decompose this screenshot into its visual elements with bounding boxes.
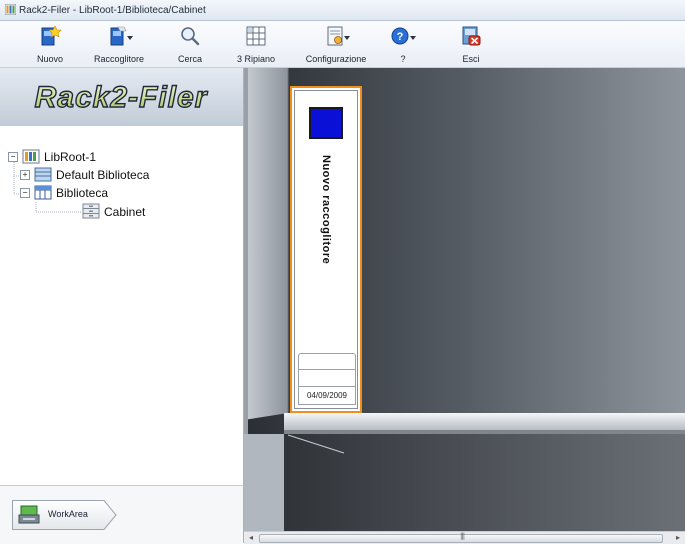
search-icon xyxy=(181,27,200,46)
new-binder-icon xyxy=(41,25,62,46)
search-button[interactable]: Cerca xyxy=(172,23,208,65)
chevron-down-icon xyxy=(127,36,133,40)
rack2-filer-logo-icon: Rack2-Filer xyxy=(34,80,209,114)
sidebar: Rack2-Filer − LibRoot-1 + Default Biblio… xyxy=(0,68,244,544)
new-binder-label: Nuovo xyxy=(36,54,63,64)
binder-info-slot xyxy=(298,370,356,387)
new-binder-button[interactable]: Nuovo xyxy=(30,23,70,65)
tree-label-default-library: Default Biblioteca xyxy=(56,168,150,182)
tree-label-cabinet: Cabinet xyxy=(104,205,146,219)
configuration-menu-button[interactable]: Configurazione xyxy=(296,23,376,65)
tree-label-libroot: LibRoot-1 xyxy=(44,150,97,164)
title-bar: Rack2-Filer - LibRoot-1/Biblioteca/Cabin… xyxy=(0,0,685,21)
workarea-label: WorkArea xyxy=(48,509,88,519)
scroll-left-arrow-icon[interactable]: ◂ xyxy=(246,533,256,543)
chevron-down-icon xyxy=(344,36,350,40)
exit-icon xyxy=(462,26,481,46)
exit-button[interactable]: Esci xyxy=(454,23,488,65)
rack2-filer-app-icon xyxy=(5,4,16,15)
binder-menu-label: Raccoglitore xyxy=(93,54,145,64)
configuration-icon xyxy=(327,26,350,46)
search-label: Cerca xyxy=(177,54,202,64)
svg-text:?: ? xyxy=(397,31,404,43)
binder[interactable]: Nuovo raccoglitore 04/09/2009 xyxy=(290,86,362,413)
workarea-pane: WorkArea xyxy=(0,485,243,544)
binder-color-label xyxy=(309,107,343,139)
workarea-button[interactable]: WorkArea xyxy=(12,500,117,530)
cabinet-shelf-view: Nuovo raccoglitore 04/09/2009 xyxy=(244,68,685,543)
app-logo: Rack2-Filer xyxy=(0,68,243,126)
collapse-toggle[interactable]: − xyxy=(20,188,30,198)
help-icon: ? xyxy=(391,27,416,45)
binder-date: 04/09/2009 xyxy=(298,387,356,405)
binder-icon xyxy=(110,26,133,46)
cabinet-icon xyxy=(82,203,100,219)
horizontal-scrollbar[interactable]: ◂ ||| ▸ xyxy=(244,531,685,544)
collapse-toggle[interactable]: − xyxy=(8,152,18,162)
svg-text:Rack2-Filer: Rack2-Filer xyxy=(35,81,209,114)
window-title: Rack2-Filer - LibRoot-1/Biblioteca/Cabin… xyxy=(19,5,206,16)
binder-menu-button[interactable]: Raccoglitore xyxy=(86,23,152,65)
toolbar: Nuovo Raccoglitore Cerca 3 Ripiano Confi… xyxy=(0,21,685,68)
scroll-right-arrow-icon[interactable]: ▸ xyxy=(673,533,683,543)
three-shelf-view-label: 3 Ripiano xyxy=(236,54,276,64)
workarea-icon xyxy=(18,505,40,524)
grip-icon: ||| xyxy=(460,532,465,540)
library-icon xyxy=(34,167,52,182)
binder-info-slot xyxy=(298,353,356,370)
help-label: ? xyxy=(400,54,406,64)
exit-label: Esci xyxy=(462,54,480,64)
tree-label-library: Biblioteca xyxy=(56,186,109,200)
expand-toggle[interactable]: + xyxy=(20,170,30,180)
shelf-grid-icon xyxy=(246,26,266,46)
library-root-icon xyxy=(22,149,40,164)
library-icon xyxy=(34,185,52,200)
configuration-label: Configurazione xyxy=(305,54,367,64)
help-menu-button[interactable]: ? ? xyxy=(386,23,420,65)
binder-title: Nuovo raccoglitore xyxy=(320,155,332,265)
three-shelf-view-button[interactable]: 3 Ripiano xyxy=(227,23,285,65)
scrollbar-thumb[interactable]: ||| xyxy=(259,532,663,543)
chevron-down-icon xyxy=(410,36,416,40)
